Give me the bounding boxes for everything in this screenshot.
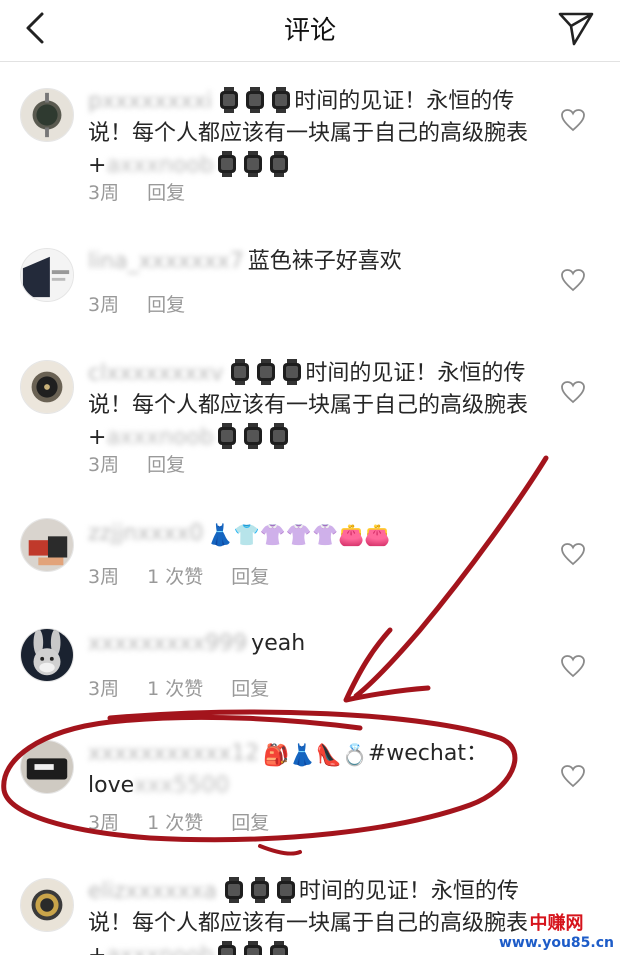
heart-icon[interactable] <box>560 764 586 788</box>
avatar[interactable] <box>20 88 74 142</box>
high-heel-emoji-icon: 👠 <box>315 743 342 767</box>
comment-text: elizxxxxxxa 时间的见证！永恒的传说！每个人都应该有一块属于自己的高级腕… <box>88 876 528 955</box>
watch-emoji-icon <box>220 87 239 113</box>
watch-emoji-icon <box>217 941 236 955</box>
dress-emoji-icon: 👗 <box>207 523 234 547</box>
watch-emoji-icon <box>250 877 269 903</box>
watermark-url: www.you85.cn <box>498 935 614 951</box>
comment-body: 蓝色袜子好喜欢 <box>247 249 402 274</box>
header-bar: 评论 <box>0 0 620 62</box>
reply-button[interactable]: 回复 <box>231 566 269 588</box>
username[interactable]: zzjjnxxxx0 <box>88 518 203 550</box>
backpack-emoji-icon: 🎒 <box>263 743 290 767</box>
heart-icon[interactable] <box>560 542 586 566</box>
comment-text: xxxxxxxxx999 yeah <box>88 628 528 660</box>
username[interactable]: clxxxxxxxxv <box>88 358 223 390</box>
watch-emoji-icon <box>246 87 265 113</box>
username[interactable]: lina_xxxxxxx7 <box>88 246 244 278</box>
watch-emoji-icon <box>224 877 243 903</box>
comment-item: lina_xxxxxxx7 蓝色袜子好喜欢 3周 回复 <box>0 238 620 328</box>
comment-time: 3周 <box>88 812 120 834</box>
watch-emoji-icon <box>243 151 262 177</box>
reply-button[interactable]: 回复 <box>147 454 185 476</box>
avatar[interactable] <box>20 518 74 572</box>
comment-text: zzjjnxxxx0 👗👕👚👚👚👛👛 <box>88 518 528 550</box>
comment-item: xxxxxxxxxxx12 🎒👗👠💍#wechat： lovexxx5500 3周 1… <box>0 730 620 840</box>
annotation-circle-tail <box>258 844 302 856</box>
mention-handle[interactable]: axxxnoob <box>106 940 213 955</box>
comment-text: xxxxxxxxxxx12 🎒👗👠💍#wechat： lovexxx5500 <box>88 738 528 802</box>
watch-emoji-icon <box>243 423 262 449</box>
site-watermark: 中赚网 www.you85.cn <box>499 913 614 951</box>
avatar[interactable] <box>20 740 74 794</box>
comment-text: clxxxxxxxxv 时间的见证！永恒的传说！每个人都应该有一块属于自己的高级腕… <box>88 358 528 454</box>
wechat-id-blurred: xxx5500 <box>134 773 230 798</box>
watch-emoji-icon <box>217 151 236 177</box>
watch-emoji-icon <box>269 151 288 177</box>
watch-emoji-icon <box>269 423 288 449</box>
avatar[interactable] <box>20 878 74 932</box>
like-count[interactable]: 1 次赞 <box>147 678 203 700</box>
reply-button[interactable]: 回复 <box>147 294 185 316</box>
heart-icon[interactable] <box>560 268 586 292</box>
heart-icon[interactable] <box>560 380 586 404</box>
purse-emoji-icon: 👛 <box>364 523 391 547</box>
comment-meta: 3周 回复 <box>88 290 213 317</box>
watch-emoji-icon <box>276 877 295 903</box>
comment-time: 3周 <box>88 294 120 316</box>
username[interactable]: elizxxxxxxa <box>88 876 217 908</box>
dress-emoji-icon: 👗 <box>289 743 316 767</box>
shirt-emoji-icon: 👕 <box>233 523 260 547</box>
comment-item: xxxxxxxxx999 yeah 3周 1 次赞 回复 <box>0 620 620 710</box>
blouse-emoji-icon: 👚 <box>259 523 286 547</box>
comment-item: clxxxxxxxxv 时间的见证！永恒的传说！每个人都应该有一块属于自己的高级腕… <box>0 350 620 480</box>
watch-emoji-icon <box>272 87 291 113</box>
comment-item: pxxxxxxxxi 时间的见证！永恒的传说！每个人都应该有一块属于自己的高级腕表… <box>0 78 620 208</box>
watch-emoji-icon <box>217 423 236 449</box>
watch-emoji-icon <box>243 941 262 955</box>
watch-emoji-icon <box>257 359 276 385</box>
comment-meta: 3周 回复 <box>88 178 213 205</box>
comment-meta: 3周 回复 <box>88 450 213 477</box>
watermark-brand: 中赚网 <box>529 913 584 934</box>
watch-emoji-icon <box>269 941 288 955</box>
ring-emoji-icon: 💍 <box>341 743 368 767</box>
username[interactable]: xxxxxxxxx999 <box>88 628 247 660</box>
comment-meta: 3周 1 次赞 回复 <box>88 562 297 589</box>
username[interactable]: xxxxxxxxxxx12 <box>88 738 259 770</box>
comment-meta: 3周 1 次赞 回复 <box>88 808 297 835</box>
blouse-emoji-icon: 👚 <box>285 523 312 547</box>
like-count[interactable]: 1 次赞 <box>147 566 203 588</box>
reply-button[interactable]: 回复 <box>231 678 269 700</box>
comment-meta: 3周 1 次赞 回复 <box>88 674 297 701</box>
avatar[interactable] <box>20 360 74 414</box>
comment-time: 3周 <box>88 678 120 700</box>
page-title: 评论 <box>283 16 336 46</box>
blouse-emoji-icon: 👚 <box>311 523 339 547</box>
watch-emoji-icon <box>231 359 250 385</box>
heart-icon[interactable] <box>560 108 586 132</box>
username[interactable]: pxxxxxxxxi <box>88 86 212 118</box>
avatar[interactable] <box>20 248 74 302</box>
comment-text: lina_xxxxxxx7 蓝色袜子好喜欢 <box>88 246 528 278</box>
reply-button[interactable]: 回复 <box>231 812 269 834</box>
heart-icon[interactable] <box>560 654 586 678</box>
comment-body: yeah <box>251 631 306 656</box>
comment-item: zzjjnxxxx0 👗👕👚👚👚👛👛 3周 1 次赞 回复 <box>0 508 620 598</box>
reply-button[interactable]: 回复 <box>147 182 185 204</box>
purse-emoji-icon: 👛 <box>338 523 365 547</box>
comment-time: 3周 <box>88 182 120 204</box>
wechat-id: love <box>88 773 135 798</box>
wechat-tag[interactable]: #wechat： <box>368 741 488 766</box>
comment-time: 3周 <box>88 454 120 476</box>
avatar[interactable] <box>20 628 74 682</box>
watch-emoji-icon <box>283 359 302 385</box>
send-paper-plane-icon[interactable] <box>554 8 598 48</box>
like-count[interactable]: 1 次赞 <box>147 812 203 834</box>
comment-text: pxxxxxxxxi 时间的见证！永恒的传说！每个人都应该有一块属于自己的高级腕表… <box>88 86 528 182</box>
comment-time: 3周 <box>88 566 120 588</box>
